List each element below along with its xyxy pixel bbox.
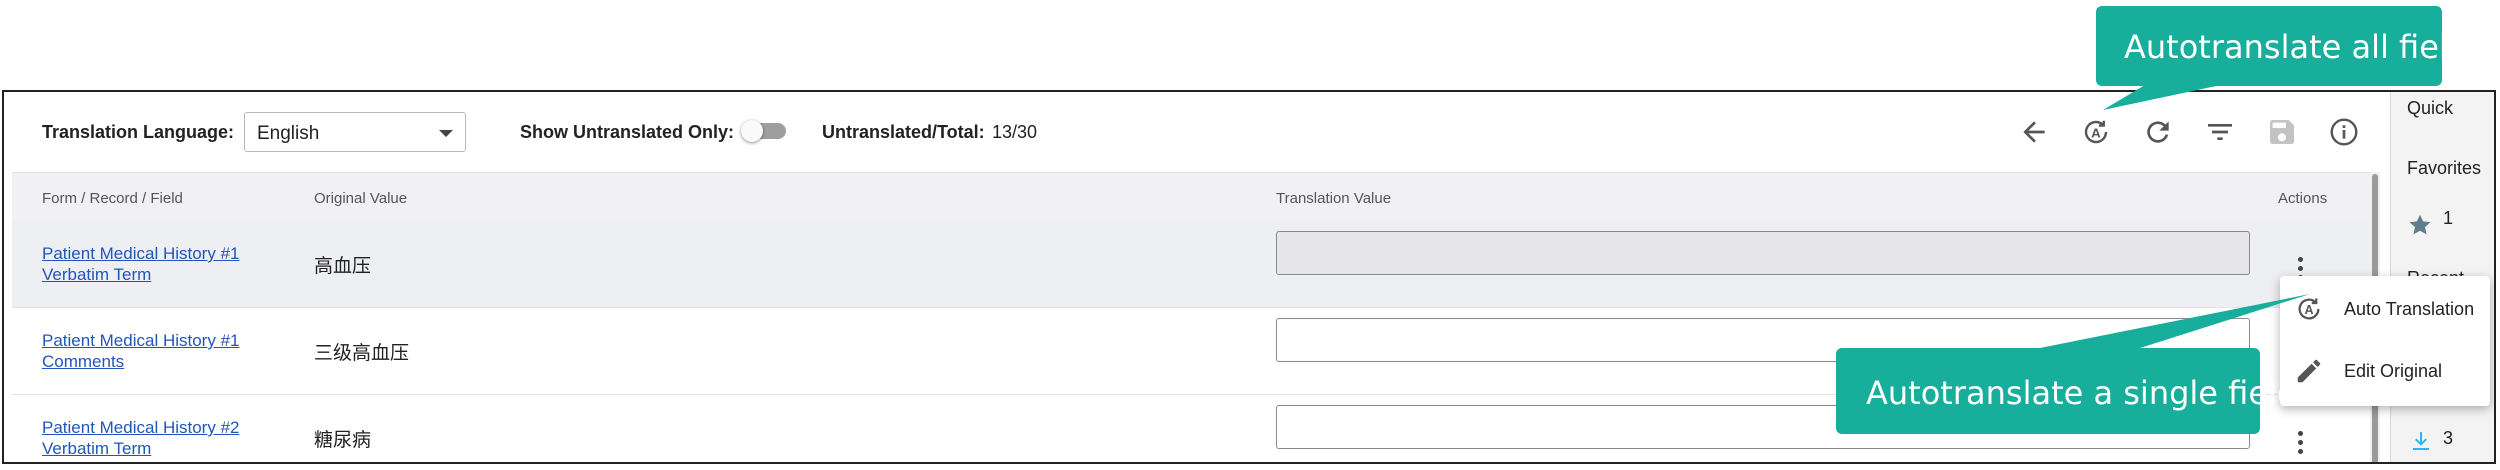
row-actions-menu: A Auto Translation Edit Original [2280, 276, 2490, 406]
table-row: Patient Medical History #1 Verbatim Term… [12, 221, 2378, 308]
original-value: 糖尿病 [314, 430, 372, 451]
callout-autotranslate-single: Autotranslate a single field [1836, 348, 2297, 434]
untranslated-total-label: Untranslated/Total: [822, 122, 985, 142]
column-header-actions: Actions [2278, 190, 2328, 207]
original-value: 高血压 [314, 256, 372, 277]
show-untranslated-toggle[interactable] [741, 120, 786, 142]
caret-down-icon [439, 130, 453, 137]
untranslated-total-value: 13/30 [992, 122, 1038, 142]
auto-translate-icon: A [2294, 294, 2324, 324]
svg-text:A: A [2304, 303, 2313, 317]
row-field-link[interactable]: Patient Medical History #1 Comments [42, 330, 239, 372]
menu-item-label: Auto Translation [2344, 299, 2475, 319]
table-header: Form / Record / Field Original Value Tra… [12, 172, 2378, 222]
translation-language-value: English [257, 123, 320, 144]
callout-autotranslate-all: Autotranslate all fields [2096, 6, 2485, 86]
star-icon[interactable] [2407, 212, 2433, 238]
download-icon[interactable] [2409, 428, 2433, 454]
translation-input[interactable] [1276, 231, 2250, 275]
original-value: 三级高血压 [314, 343, 410, 364]
row-field-link[interactable]: Patient Medical History #1 Verbatim Term [42, 243, 239, 285]
translation-language-label: Translation Language: [42, 122, 235, 142]
sidebar-quick-label: Quick [2407, 98, 2454, 118]
column-header-field: Form / Record / Field [42, 190, 183, 207]
show-untranslated-label: Show Untranslated Only: [520, 122, 735, 142]
toggle-knob [741, 120, 763, 142]
info-icon[interactable] [2328, 116, 2360, 148]
translation-language-select[interactable]: English [244, 112, 466, 152]
back-arrow-icon[interactable] [2018, 116, 2050, 148]
column-header-translation: Translation Value [1276, 190, 1392, 207]
column-header-original: Original Value [314, 190, 408, 207]
menu-item-auto-translation[interactable]: A Auto Translation [2280, 280, 2490, 340]
filter-icon[interactable] [2204, 116, 2236, 148]
sidebar-favorites-label[interactable]: Favorites [2407, 158, 2481, 179]
save-icon[interactable] [2266, 116, 2298, 148]
refresh-icon[interactable] [2142, 116, 2174, 148]
menu-item-edit-original[interactable]: Edit Original [2280, 342, 2490, 402]
auto-translate-all-icon[interactable]: A [2080, 116, 2112, 148]
pencil-icon [2294, 356, 2324, 386]
svg-text:A: A [2091, 125, 2101, 140]
row-field-link[interactable]: Patient Medical History #2 Verbatim Term [42, 417, 239, 459]
menu-item-label: Edit Original [2344, 361, 2443, 381]
downloads-count: 3 [2443, 428, 2454, 448]
toolbar: Translation Language: English Show Untra… [4, 92, 2394, 172]
row-actions-icon[interactable] [2292, 431, 2308, 461]
favorites-count: 1 [2443, 208, 2454, 228]
